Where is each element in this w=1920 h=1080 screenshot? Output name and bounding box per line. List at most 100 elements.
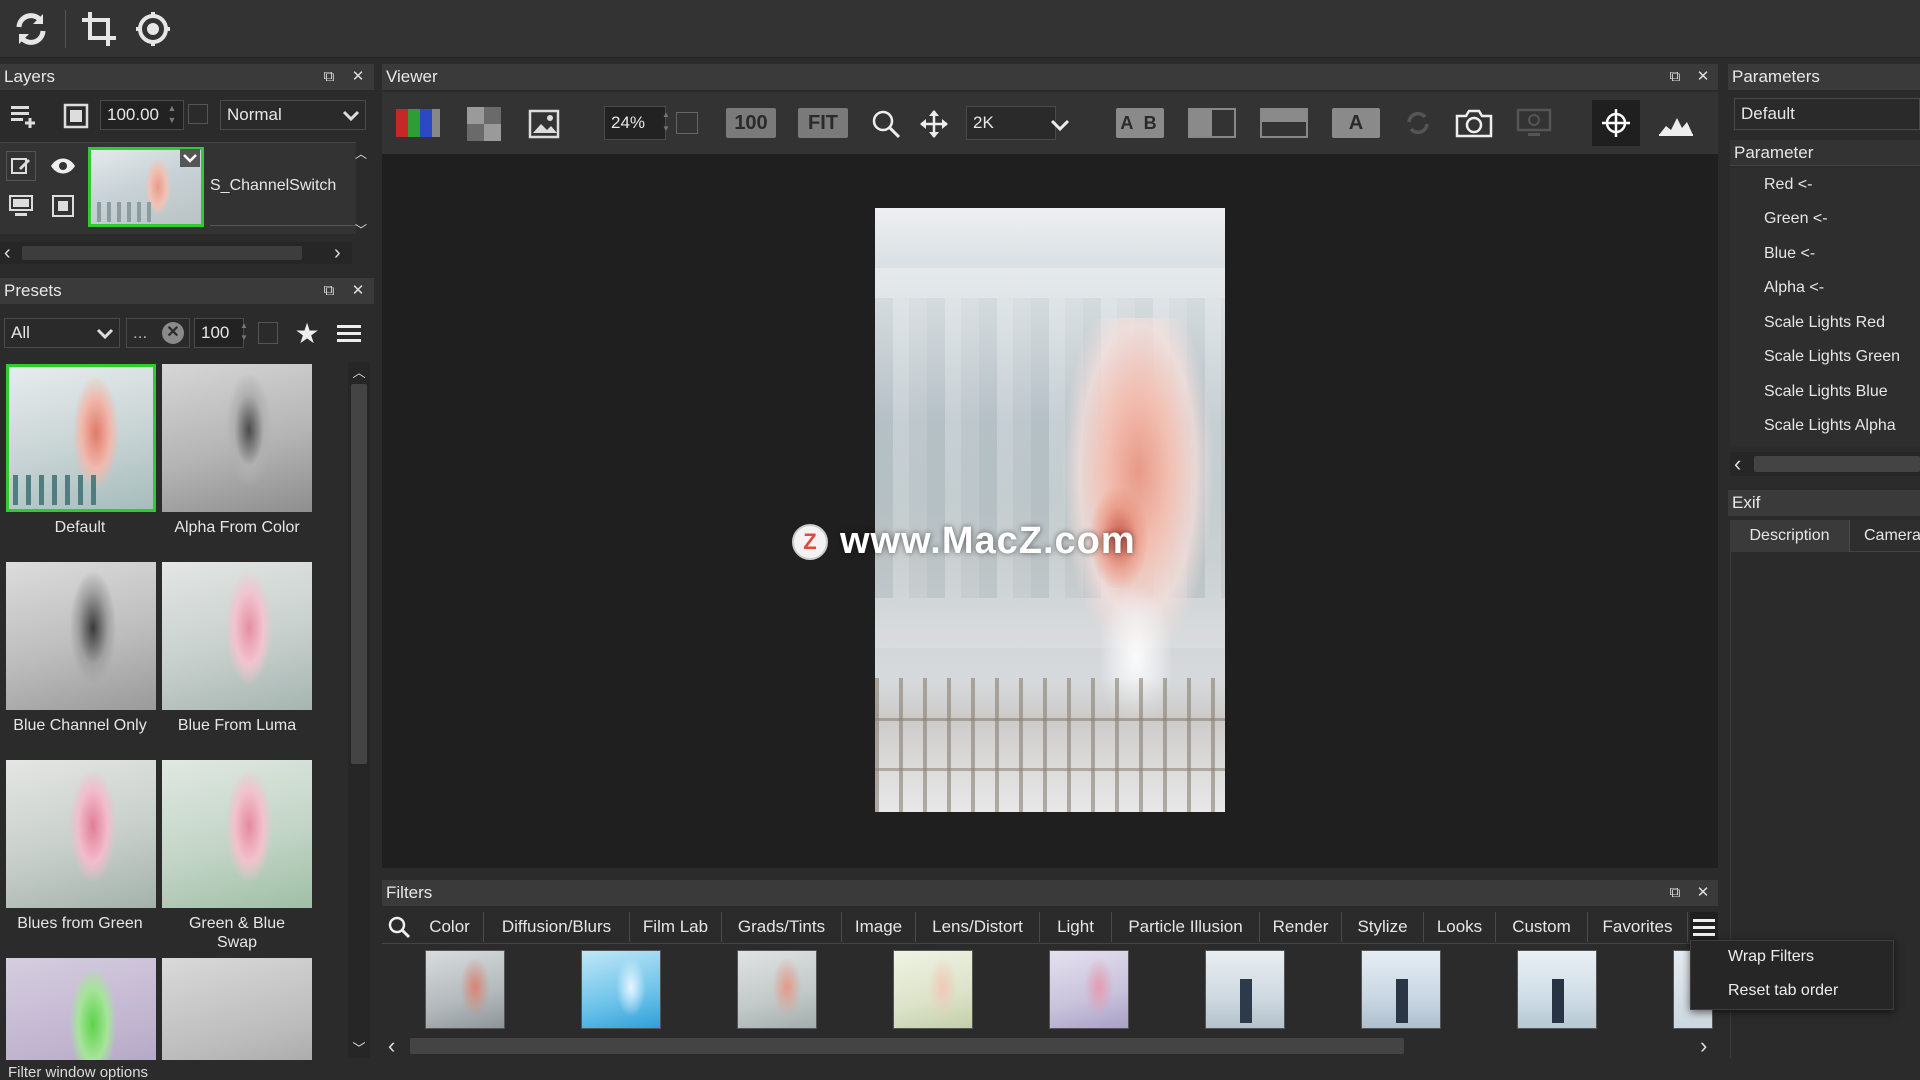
tab-diffusion-blurs[interactable]: Diffusion/Blurs [484,912,630,942]
preset-thumb-alpha-from-color[interactable] [162,364,312,512]
preset-thumb-blue-from-luma[interactable] [162,562,312,710]
parameters-h-scrollbar[interactable]: ‹ [1730,452,1920,476]
scroll-left-icon[interactable]: ‹ [1734,452,1741,476]
zoom-fit-button[interactable]: FIT [798,108,848,138]
param-scale-lights-alpha[interactable]: Scale Lights Alpha [1764,417,1896,435]
tab-grads-tints[interactable]: Grads/Tints [722,912,842,942]
layers-h-scrollbar[interactable]: ‹ › [0,242,352,264]
tab-particle-illusion[interactable]: Particle Illusion [1112,912,1260,942]
layers-h-scrollbar-thumb[interactable] [22,246,302,260]
filters-menu-icon[interactable] [1690,912,1718,942]
zoom-input[interactable]: 24% [604,106,666,140]
tab-stylize[interactable]: Stylize [1342,912,1424,942]
tab-image[interactable]: Image [842,912,916,942]
split-vertical-icon[interactable] [1188,108,1236,138]
zoom-stepper[interactable]: ▲ ▼ [660,108,672,138]
tab-render[interactable]: Render [1260,912,1342,942]
tab-favorites[interactable]: Favorites [1588,912,1688,942]
preset-amount-input[interactable]: 100 [194,318,244,348]
param-red-source[interactable]: Red <- [1764,176,1812,194]
zoom-reset-icon[interactable] [676,112,698,134]
scroll-left-icon[interactable]: ‹ [388,1034,395,1058]
filters-scroll-thumb[interactable] [410,1038,1404,1054]
scroll-down-icon[interactable]: ﹀ [350,1038,368,1057]
param-alpha-source[interactable]: Alpha <- [1764,279,1824,297]
split-horizontal-icon[interactable] [1260,108,1308,138]
filter-thumb-2[interactable] [581,950,661,1029]
filter-search-icon[interactable] [384,912,414,942]
clear-search-icon[interactable]: ✕ [162,322,184,344]
layers-scroll-down[interactable]: ﹀ [352,222,370,238]
crop-icon[interactable] [78,8,120,50]
filters-h-scrollbar[interactable]: ‹ › [382,1034,1718,1058]
tab-film-lab[interactable]: Film Lab [630,912,722,942]
star-icon[interactable]: ★ [292,318,322,349]
chevron-down-icon[interactable] [340,102,362,128]
tab-light[interactable]: Light [1040,912,1112,942]
presets-menu-icon[interactable] [334,318,364,348]
parameters-preset-select[interactable]: Default [1734,98,1920,130]
param-scale-lights-green[interactable]: Scale Lights Green [1764,348,1900,366]
filter-thumb-7[interactable] [1361,950,1441,1029]
preset-thumb-blue-channel-only[interactable] [6,562,156,710]
param-scale-lights-red[interactable]: Scale Lights Red [1764,314,1885,332]
magnify-icon[interactable] [868,106,904,142]
preset-thumb-partial-1[interactable] [6,958,156,1060]
histogram-icon[interactable] [1656,106,1696,140]
menu-item-reset-tab-order[interactable]: Reset tab order [1728,982,1838,1000]
exif-tab-description[interactable]: Description [1730,520,1850,552]
parameters-scroll-thumb[interactable] [1754,456,1920,472]
camera-snapshot-icon[interactable] [1454,106,1494,140]
exif-tab-camera[interactable]: Camera [1856,520,1920,552]
preset-thumb-partial-2[interactable] [162,958,312,1060]
resolution-chevron-icon[interactable] [1048,110,1072,138]
layer-mask-small-icon[interactable] [48,191,78,221]
tab-color[interactable]: Color [416,912,484,942]
filter-thumb-6[interactable] [1205,950,1285,1029]
layers-float-icon[interactable]: ⧉ [320,68,338,86]
filter-thumb-5[interactable] [1049,950,1129,1029]
amount-stepper[interactable]: ▲ ▼ [238,320,250,346]
opacity-reset-icon[interactable] [188,104,208,124]
presets-close-icon[interactable]: ✕ [349,282,367,300]
pan-move-icon[interactable] [916,106,952,142]
category-chevron-icon[interactable] [94,320,116,346]
preset-thumb-default[interactable] [6,364,156,512]
image-view-icon[interactable] [526,106,562,142]
resolution-select[interactable]: 2K [966,106,1056,140]
scroll-left-icon[interactable]: ‹ [4,242,11,264]
viewer-float-icon[interactable]: ⧉ [1666,68,1684,86]
tab-custom[interactable]: Custom [1496,912,1588,942]
preset-thumb-green-blue-swap[interactable] [162,760,312,908]
a-overlay-icon[interactable]: A [1332,108,1380,138]
scroll-right-icon[interactable]: › [1700,1034,1707,1058]
viewer-close-icon[interactable]: ✕ [1694,68,1712,86]
opacity-stepper[interactable]: ▲ ▼ [165,102,179,128]
filter-thumb-4[interactable] [893,950,973,1029]
checkerboard-icon[interactable] [466,106,502,142]
param-blue-source[interactable]: Blue <- [1764,245,1815,263]
edit-layer-icon[interactable] [6,151,36,181]
layer-thumb-dropdown-icon[interactable] [180,149,200,167]
filter-thumb-1[interactable] [425,950,505,1029]
filter-thumb-3[interactable] [737,950,817,1029]
viewer-canvas[interactable]: Z www.MacZ.com [382,154,1718,868]
presets-v-scrollbar[interactable]: ︿ ﹀ [348,362,370,1058]
zoom-100-button[interactable]: 100 [726,108,776,138]
add-layer-icon[interactable] [6,100,38,132]
preset-thumb-blues-from-green[interactable] [6,760,156,908]
presets-scroll-thumb[interactable] [351,384,367,764]
filters-close-icon[interactable]: ✕ [1694,884,1712,902]
amount-reset-icon[interactable] [258,322,278,344]
layers-close-icon[interactable]: ✕ [349,68,367,86]
rgb-channels-icon[interactable] [394,108,442,138]
scroll-right-icon[interactable]: › [334,242,341,264]
presets-float-icon[interactable]: ⧉ [320,282,338,300]
refresh-icon[interactable] [10,8,52,50]
layer-mask-icon[interactable] [60,100,92,132]
filters-float-icon[interactable]: ⧉ [1666,884,1684,902]
layers-scroll-up[interactable]: ︿ [352,146,370,162]
tab-looks[interactable]: Looks [1424,912,1496,942]
eye-icon[interactable] [48,151,78,181]
monitor-icon[interactable] [6,191,36,221]
